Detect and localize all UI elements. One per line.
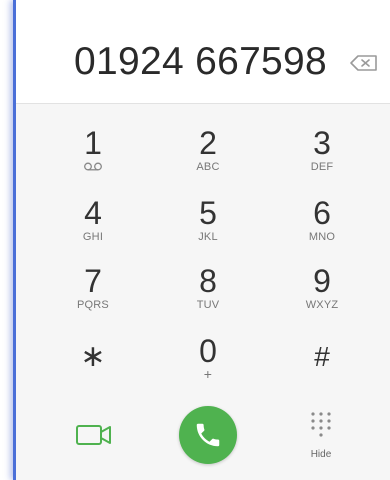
key-letters: PQRS bbox=[77, 299, 109, 311]
key-digit: # bbox=[314, 341, 330, 372]
video-call-icon[interactable] bbox=[74, 420, 114, 450]
call-button[interactable] bbox=[179, 406, 237, 464]
key-digit: 7 bbox=[84, 263, 102, 299]
key-digit: 5 bbox=[199, 195, 217, 231]
key-9[interactable]: 9 WXYZ bbox=[267, 264, 377, 326]
key-digit: 9 bbox=[313, 263, 331, 299]
key-digit: ∗ bbox=[80, 340, 106, 373]
key-6[interactable]: 6 MNO bbox=[267, 196, 377, 258]
key-2[interactable]: 2 ABC bbox=[153, 126, 263, 188]
key-1[interactable]: 1 bbox=[38, 126, 148, 188]
key-7[interactable]: 7 PQRS bbox=[38, 264, 148, 326]
key-digit: 1 bbox=[84, 125, 102, 161]
hide-keypad-button[interactable]: Hide bbox=[301, 410, 341, 465]
key-5[interactable]: 5 JKL bbox=[153, 196, 263, 258]
key-letters: WXYZ bbox=[305, 299, 339, 311]
key-digit: 2 bbox=[199, 125, 217, 161]
key-4[interactable]: 4 GHI bbox=[38, 196, 148, 258]
number-display: 01924 667598 bbox=[16, 0, 390, 104]
key-digit: 8 bbox=[199, 263, 217, 299]
phone-icon bbox=[196, 423, 220, 447]
key-8[interactable]: 8 TUV bbox=[153, 264, 263, 326]
key-letters: MNO bbox=[308, 231, 336, 243]
key-letters: TUV bbox=[196, 299, 220, 311]
key-letters: JKL bbox=[198, 231, 218, 243]
dialed-number: 01924 667598 bbox=[74, 40, 328, 83]
key-hash[interactable]: # bbox=[267, 334, 377, 396]
voicemail-icon bbox=[84, 162, 102, 171]
key-digit: 4 bbox=[84, 195, 102, 231]
hide-label: Hide bbox=[310, 449, 332, 460]
key-letters: ABC bbox=[196, 161, 220, 173]
dialer-panel: 01924 667598 1 2 ABC 3 DEF 4 GHI 5 JKL 6… bbox=[13, 0, 390, 480]
key-digit: 0 bbox=[199, 333, 217, 369]
key-digit: 3 bbox=[313, 125, 331, 161]
key-0[interactable]: 0 + bbox=[153, 334, 263, 396]
key-letters: + bbox=[203, 366, 213, 382]
key-letters: DEF bbox=[310, 161, 334, 173]
key-letters: GHI bbox=[82, 231, 104, 243]
key-digit: 6 bbox=[313, 195, 331, 231]
keypad-grid-icon bbox=[311, 412, 331, 437]
backspace-icon[interactable] bbox=[349, 53, 379, 73]
key-3[interactable]: 3 DEF bbox=[267, 126, 377, 188]
key-star[interactable]: ∗ bbox=[38, 334, 148, 396]
